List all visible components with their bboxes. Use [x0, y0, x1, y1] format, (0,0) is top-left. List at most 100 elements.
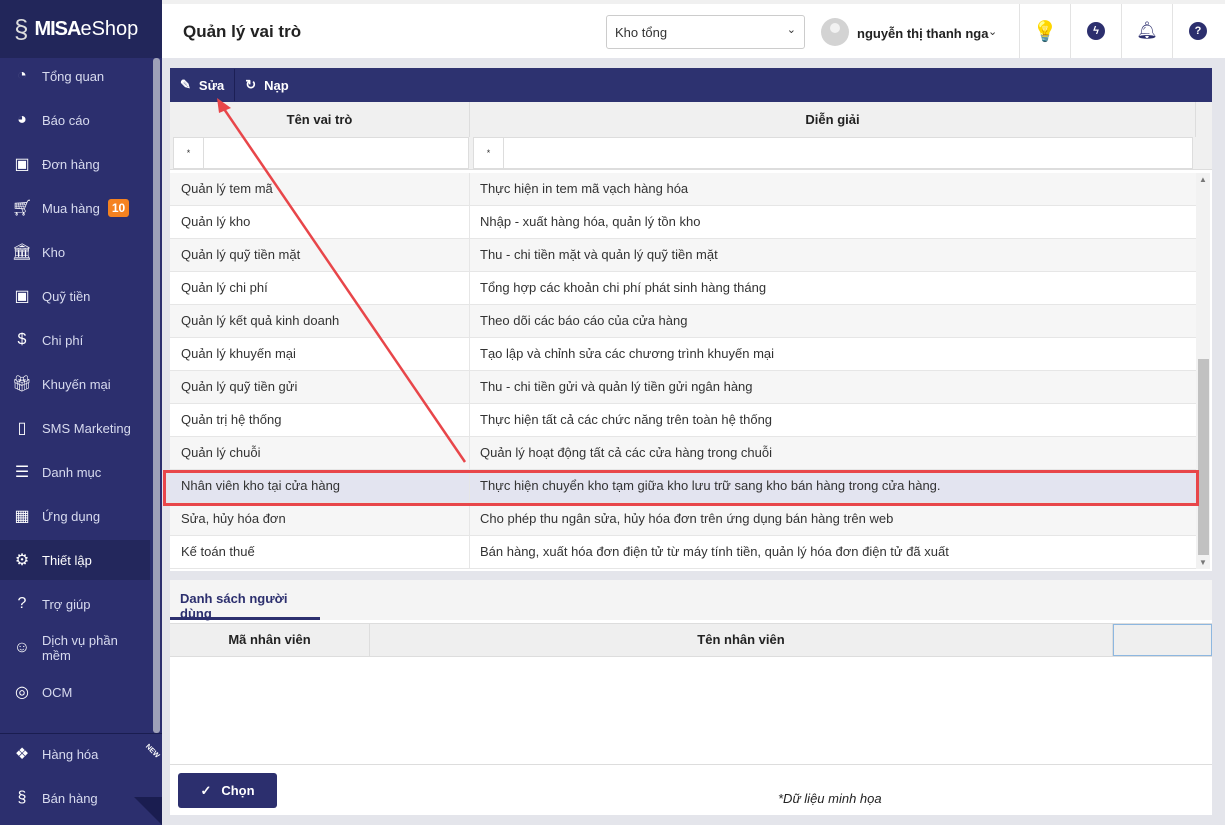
sidebar-item-label: Báo cáo [42, 112, 90, 128]
sidebar-item[interactable]: § Bán hàng [0, 778, 150, 818]
chevron-down-icon[interactable]: ⌄ [988, 25, 997, 38]
messenger-button[interactable]: ϟ [1070, 4, 1121, 58]
users-table-header: Mã nhân viên Tên nhân viên [170, 623, 1212, 657]
column-header-role-name[interactable]: Tên vai trò [170, 102, 470, 137]
notifications-button[interactable]: 🔔︎ [1121, 4, 1172, 58]
sidebar-item[interactable]: ▦ Ứng dụng [0, 496, 150, 536]
sidebar-item[interactable]: 🎁︎ Khuyến mại [0, 364, 150, 404]
sidebar-item[interactable]: ▯ SMS Marketing [0, 408, 150, 448]
sidebar-item[interactable]: ☺ Dịch vụ phần mềm [0, 628, 150, 668]
choose-button[interactable]: ✓ Chọn [178, 773, 277, 808]
sidebar-item[interactable]: ◔ Tổng quan [0, 56, 150, 96]
roles-table-body: Quản lý tem mã Thực hiện in tem mã vạch h… [170, 173, 1196, 569]
sample-data-note: *Dữ liệu minh họa [778, 791, 882, 806]
avatar[interactable] [821, 18, 849, 46]
table-row[interactable]: Quản lý chuỗi Quản lý hoạt động tất cả cá… [170, 437, 1196, 470]
sidebar-item-label: Danh mục [42, 464, 102, 480]
sidebar-item[interactable]: ☰ Danh mục [0, 452, 150, 492]
sidebar-item[interactable]: ❖ Hàng hóa [0, 734, 150, 774]
role-name-cell: Quản lý tem mã [170, 173, 470, 205]
gear-icon: ⚙ [14, 552, 30, 569]
column-header-employee-name[interactable]: Tên nhân viên [370, 624, 1113, 656]
count-badge: 10 [107, 199, 130, 217]
edit-button[interactable]: ✎ Sửa [170, 68, 234, 102]
store-select[interactable]: Kho tổng ⌄ [606, 15, 805, 49]
description-cell: Quản lý hoạt động tất cả các cửa hàng tr… [480, 445, 773, 460]
apps-icon: ▦ [14, 508, 30, 525]
description-cell: Nhập - xuất hàng hóa, quản lý tồn kho [480, 214, 701, 229]
description-cell: Thực hiện chuyển kho tạm giữa kho lưu tr… [480, 478, 941, 493]
table-row[interactable]: Quản lý quỹ tiền gửi Thu - chi tiền gửi v… [170, 371, 1196, 404]
sidebar-item[interactable]: $ Chi phí [0, 320, 150, 360]
sidebar-item-label: Thiết lập [42, 552, 92, 568]
role-name-cell: Quản lý kết quả kinh doanh [170, 305, 470, 337]
filter-operator[interactable]: * [474, 138, 504, 168]
scroll-down-icon[interactable]: ▼ [1199, 558, 1207, 567]
table-scrollbar[interactable]: ▲ ▼ [1196, 173, 1210, 569]
tab-user-list[interactable]: Danh sách người dùng [170, 580, 320, 621]
column-header-description[interactable]: Diễn giải [470, 102, 1196, 137]
table-row[interactable]: Quản trị hệ thống Thực hiện tất cả các ch… [170, 404, 1196, 437]
table-row[interactable]: Nhân viên kho tại cửa hàng Thực hiện chuy… [170, 470, 1196, 503]
column-header-employee-code[interactable]: Mã nhân viên [170, 624, 370, 656]
table-row[interactable]: Quản lý tem mã Thực hiện in tem mã vạch h… [170, 173, 1196, 206]
role-name-cell: Kế toán thuế [170, 536, 470, 568]
logo-icon: § [14, 13, 29, 44]
sidebar-item-label: Trợ giúp [42, 596, 91, 612]
description-cell: Thực hiện tất cả các chức năng trên toàn… [480, 412, 773, 427]
sidebar-item[interactable]: ▣ Quỹ tiền [0, 276, 150, 316]
role-name-cell: Quản lý quỹ tiền mặt [170, 239, 470, 271]
sidebar-item-label: Hàng hóa [42, 746, 99, 762]
scroll-up-icon[interactable]: ▲ [1199, 175, 1207, 184]
description-cell: Tạo lập và chỉnh sửa các chương trình kh… [480, 346, 775, 361]
description-cell: Thu - chi tiền gửi và quản lý tiền gửi n… [480, 379, 753, 394]
sidebar-item-label: Tổng quan [42, 68, 105, 84]
column-chooser[interactable] [1113, 624, 1212, 656]
role-name-filter[interactable]: * [173, 137, 469, 169]
tips-button[interactable]: 💡 [1019, 4, 1070, 58]
filter-operator[interactable]: * [174, 138, 204, 168]
bell-icon: 🔔︎ [1136, 21, 1158, 40]
sidebar-item-label: Bán hàng [42, 790, 98, 806]
users-panel: Danh sách người dùng Mã nhân viên Tên nh… [170, 580, 1212, 815]
scroll-thumb[interactable] [1198, 359, 1209, 555]
logo[interactable]: § MISA eShop [0, 0, 162, 58]
description-filter[interactable]: * [473, 137, 1193, 169]
sidebar-item-label: Chi phí [42, 332, 84, 348]
role-name-cell: Quản lý khuyến mại [170, 338, 470, 370]
sidebar-item[interactable]: ◕ Báo cáo [0, 100, 150, 140]
warehouse-icon: 🏛︎ [11, 244, 33, 261]
table-row[interactable]: Sửa, hủy hóa đơn Cho phép thu ngân sửa, h… [170, 503, 1196, 536]
help-button[interactable]: ? [1172, 4, 1223, 58]
toolbar: ✎ Sửa ↻ Nạp [170, 68, 1212, 102]
gift-icon: 🎁︎ [11, 376, 33, 393]
table-row[interactable]: Quản lý khuyến mại Tạo lập và chỉnh sửa c… [170, 338, 1196, 371]
table-row[interactable]: Quản lý kho Nhập - xuất hàng hóa, quản lý… [170, 206, 1196, 239]
header: Quản lý vai trò Kho tổng ⌄ nguyễn thị tha… [162, 0, 1225, 58]
dashboard-icon: ◔ [17, 67, 27, 84]
reload-button[interactable]: ↻ Nạp [235, 68, 298, 102]
role-name-cell: Quản trị hệ thống [170, 404, 470, 436]
description-cell: Cho phép thu ngân sửa, hủy hóa đơn trên … [480, 511, 894, 526]
user-icon: ☺ [13, 639, 31, 656]
table-row[interactable]: Quản lý kết quả kinh doanh Theo dõi các b… [170, 305, 1196, 338]
roles-panel: ✎ Sửa ↻ Nạp Tên vai trò Diễn giải * * Quản… [170, 68, 1212, 571]
sidebar-item[interactable]: ◎ OCM [0, 672, 150, 712]
table-row[interactable]: Quản lý quỹ tiền mặt Thu - chi tiền mặt v… [170, 239, 1196, 272]
sidebar-item[interactable]: ⚙ Thiết lập [0, 540, 150, 580]
sidebar-item[interactable]: 🏛︎ Kho [0, 232, 150, 272]
sidebar-item[interactable]: ? Trợ giúp [0, 584, 150, 624]
sidebar-item-label: Quỹ tiền [42, 288, 91, 304]
sidebar-item[interactable]: ▣ Đơn hàng [0, 144, 150, 184]
list-icon: ☰ [14, 464, 30, 481]
chevron-down-icon: ⌄ [786, 24, 796, 36]
sidebar-item[interactable]: 🛒︎ Mua hàng 10 [0, 188, 150, 228]
sidebar-item-label: OCM [42, 684, 73, 700]
user-name[interactable]: nguyễn thị thanh nga [857, 26, 988, 41]
table-row[interactable]: Quản lý chi phí Tổng hợp các khoản chi ph… [170, 272, 1196, 305]
ocm-icon: ◎ [15, 684, 29, 701]
role-name-cell: Quản lý chuỗi [170, 437, 470, 469]
sidebar-scrollbar[interactable] [153, 58, 160, 733]
expense-icon: $ [17, 331, 27, 348]
table-row[interactable]: Kế toán thuế Bán hàng, xuất hóa đơn điện … [170, 536, 1196, 569]
